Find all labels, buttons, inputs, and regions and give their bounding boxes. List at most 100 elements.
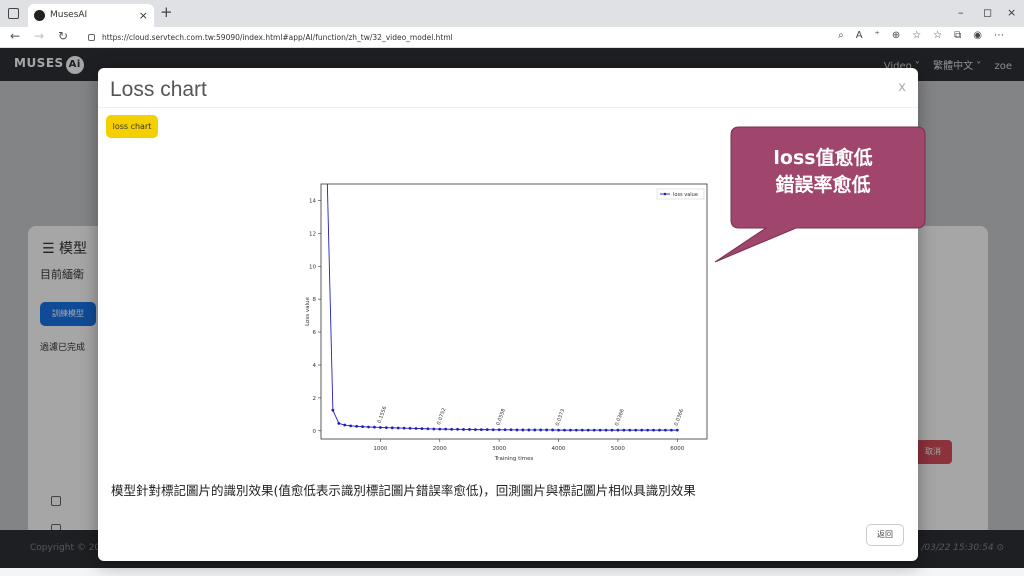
loss-data-point <box>515 428 519 432</box>
loss-data-point <box>462 428 465 431</box>
loss-chart-tab[interactable]: loss chart <box>106 115 158 138</box>
y-tick-label: 2 <box>313 396 317 402</box>
url-text: https://cloud.servtech.com.tw:59090/inde… <box>102 33 453 42</box>
loss-data-point <box>675 428 679 432</box>
loss-data-point <box>628 428 632 432</box>
forward-arrow-icon[interactable]: → <box>34 29 44 43</box>
loss-data-point <box>337 421 341 425</box>
restore-button[interactable]: ◻ <box>983 6 992 19</box>
loss-data-point <box>664 428 667 432</box>
loss-data-point <box>355 424 359 428</box>
loss-data-point <box>545 428 549 432</box>
loss-data-point <box>669 428 673 432</box>
loss-data-point <box>420 427 424 431</box>
loss-data-point <box>569 428 572 432</box>
loss-data-point <box>497 428 501 432</box>
loss-data-point <box>331 408 335 412</box>
loss-data-point <box>343 423 347 427</box>
back-button[interactable]: 返回 <box>866 524 904 546</box>
loss-data-point <box>509 428 513 432</box>
back-arrow-icon[interactable]: ← <box>10 29 20 43</box>
loss-data-point <box>604 428 608 432</box>
browser-tab[interactable]: MusesAI × <box>28 4 154 27</box>
y-tick-label: 0 <box>313 429 317 435</box>
callout-line-1: loss值愈低 <box>773 147 873 169</box>
loss-data-point <box>527 428 531 432</box>
y-tick-label: 12 <box>309 231 316 237</box>
y-tick-label: 14 <box>309 198 316 204</box>
loss-data-point <box>521 428 525 432</box>
loss-data-point <box>574 428 578 432</box>
site-favicon-icon <box>34 10 45 21</box>
callout-text: loss值愈低 錯誤率愈低 <box>721 145 925 199</box>
loss-data-point <box>474 428 477 432</box>
speech-callout: loss值愈低 錯誤率愈低 <box>714 126 926 263</box>
new-tab-button[interactable]: + <box>160 3 173 21</box>
address-bar: ← → ↻ https://cloud.servtech.com.tw:5909… <box>0 27 1024 48</box>
loss-data-point <box>551 428 554 432</box>
loss-data-point <box>373 425 376 429</box>
y-axis-label: Loss value <box>305 296 311 325</box>
x-tick-label: 5000 <box>611 446 625 452</box>
loss-data-point <box>378 426 382 429</box>
loss-data-point <box>396 426 400 430</box>
tab-title: MusesAI <box>50 10 88 20</box>
loss-data-point <box>586 428 590 432</box>
x-axis-label: Training times <box>494 456 534 462</box>
y-tick-label: 6 <box>313 330 317 336</box>
loss-data-point <box>414 427 418 430</box>
loss-chart-svg: 1000 2000 3000 4000 5000 6000 0 2 4 6 8 10 12 14 Train… <box>305 183 708 462</box>
loss-data-point <box>349 424 353 428</box>
url-field[interactable]: https://cloud.servtech.com.tw:59090/inde… <box>86 29 876 46</box>
loss-data-point <box>580 428 584 432</box>
loss-data-point <box>539 428 543 432</box>
tab-close-icon[interactable]: × <box>139 4 148 27</box>
loss-data-point <box>634 428 638 432</box>
loss-data-point <box>402 426 406 430</box>
callout-line-2: 錯誤率愈低 <box>775 174 871 196</box>
legend-marker <box>663 192 667 196</box>
loss-data-point <box>652 428 655 432</box>
x-tick-label: 4000 <box>552 446 566 452</box>
loss-data-point <box>390 426 394 430</box>
loss-data-point <box>408 426 412 430</box>
x-tick-label: 6000 <box>670 446 684 452</box>
loss-data-point <box>384 426 388 430</box>
loss-data-point <box>444 427 448 431</box>
loss-data-point <box>426 427 430 431</box>
modal-divider <box>98 107 918 108</box>
loss-data-point <box>485 428 489 432</box>
loss-data-point <box>598 428 602 432</box>
tab-actions-icon[interactable] <box>8 8 19 19</box>
reload-icon[interactable]: ↻ <box>58 29 68 43</box>
x-tick-label: 1000 <box>373 446 387 452</box>
loss-data-point <box>503 428 507 432</box>
loss-chart: 1000 2000 3000 4000 5000 6000 0 2 4 6 8 10 12 14 Train… <box>259 146 755 466</box>
loss-data-point <box>622 428 626 432</box>
modal-close-button[interactable]: x <box>898 80 906 95</box>
loss-data-point <box>367 425 370 429</box>
loss-data-point <box>361 425 364 429</box>
loss-data-point <box>479 428 483 432</box>
loss-data-point <box>563 428 566 432</box>
minimize-button[interactable]: – <box>958 6 964 19</box>
loss-data-point <box>456 427 459 431</box>
lock-icon <box>88 34 95 41</box>
x-tick-label: 3000 <box>492 446 506 452</box>
loss-data-point <box>646 428 650 432</box>
y-tick-label: 10 <box>309 264 316 270</box>
loss-data-point <box>432 427 436 431</box>
loss-data-point <box>616 428 620 432</box>
loss-data-point <box>491 428 495 432</box>
y-tick-label: 8 <box>313 297 317 303</box>
loss-data-point <box>438 427 442 431</box>
loss-data-point <box>450 427 454 431</box>
modal-title: Loss chart <box>110 78 207 101</box>
loss-data-point <box>658 428 661 432</box>
plot-frame <box>320 183 708 440</box>
toolbar-icons[interactable]: ⌕A⁺⊕☆☆⧉◉⋯ <box>838 30 1016 41</box>
close-window-button[interactable]: × <box>1007 6 1016 19</box>
chart-caption: 模型針對標記圖片的識別效果(值愈低表示識別標記圖片錯誤率愈低)，回測圖片與標記圖… <box>111 483 696 498</box>
browser-tab-bar: MusesAI × + – ◻ × <box>0 0 1024 27</box>
loss-data-point <box>610 428 614 432</box>
